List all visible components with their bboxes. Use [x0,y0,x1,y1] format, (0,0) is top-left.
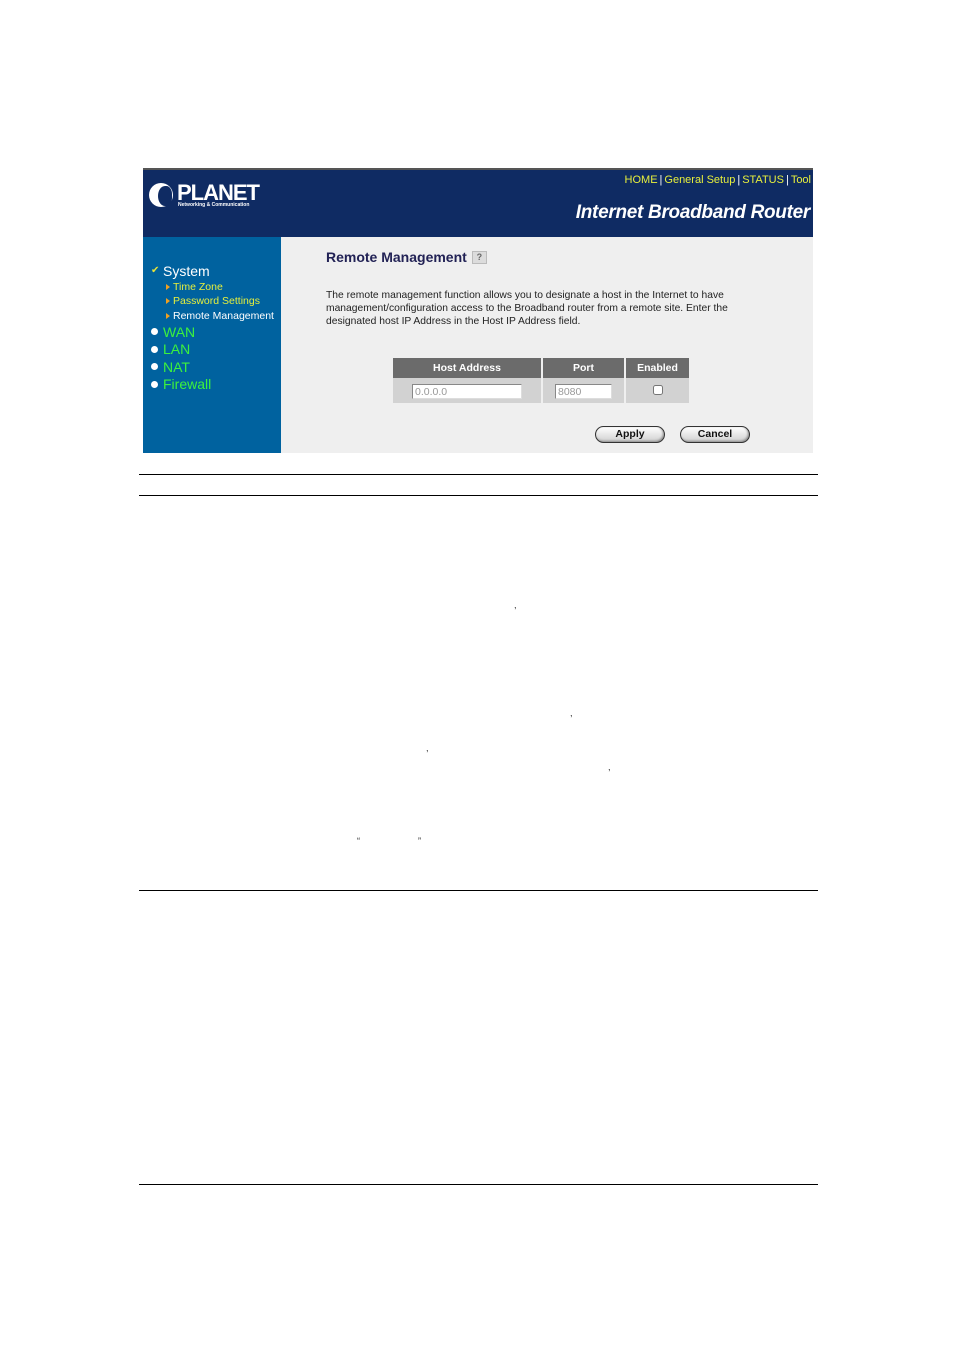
bullet-icon [151,345,158,353]
product-title: Internet Broadband Router [575,202,811,223]
nav-separator: | [737,174,741,186]
table-row [393,378,689,403]
sidebar-subitem-remote-management[interactable]: Remote Management [166,309,274,324]
bullet-icon [151,363,158,371]
page-title: Remote Management ? [326,249,487,265]
sidebar-subitem-time-zone[interactable]: Time Zone [166,280,274,295]
column-header-host-address: Host Address [393,358,541,378]
host-address-input[interactable] [412,384,522,399]
divider-line [139,495,818,496]
sidebar-item-wan[interactable]: WAN [151,323,274,341]
sidebar-item-label: WAN [163,323,196,340]
nav-status[interactable]: STATUS [742,174,784,186]
nav-home[interactable]: HOME [625,174,658,186]
stray-comma: , [426,743,429,753]
nav-tool[interactable]: Tool [791,174,811,186]
sidebar-item-label: System [163,262,210,279]
arrow-right-icon [166,298,170,305]
sidebar-item-label: NAT [163,358,190,375]
sidebar-subitem-label: Remote Management [173,309,274,322]
divider-line [139,890,818,891]
nav-separator: | [785,174,789,186]
sidebar-subitem-label: Password Settings [173,295,260,308]
planet-logo: PLANET Networking & Communication [149,180,260,212]
apply-button[interactable]: Apply [595,426,665,443]
column-header-port: Port [543,358,624,378]
column-header-enabled: Enabled [626,358,689,378]
bullet-icon [151,328,158,336]
bullet-icon [151,380,158,388]
sidebar-item-firewall[interactable]: Firewall [151,376,274,394]
main-content: Remote Management ? The remote managemen… [281,237,813,453]
stray-comma: , [608,762,611,772]
router-screenshot: PLANET Networking & Communication HOME | G… [143,168,813,453]
divider-line [139,1184,818,1185]
checkmark-icon: ✔ [151,265,160,277]
arrow-right-icon [166,312,170,319]
sidebar-item-lan[interactable]: LAN [151,341,274,359]
logo-emblem-icon [149,183,173,207]
sidebar-subitem-password-settings[interactable]: Password Settings [166,294,274,309]
stray-comma: , [570,708,573,718]
sidebar: ✔ System Time Zone Password Settings Rem… [143,237,281,453]
help-icon[interactable]: ? [471,250,487,264]
stray-close-quote: ” [418,836,421,846]
cancel-button[interactable]: Cancel [680,426,750,443]
port-input[interactable] [555,384,612,399]
divider-line [139,474,818,475]
arrow-right-icon [166,283,170,290]
sidebar-item-label: Firewall [163,376,212,393]
remote-management-table: Host Address Port Enabled [391,358,691,403]
sidebar-subitem-label: Time Zone [173,280,223,293]
enabled-checkbox[interactable] [652,384,663,395]
header-bar: PLANET Networking & Communication HOME | G… [143,170,813,237]
top-nav: HOME | General Setup | STATUS | Tool [625,174,811,186]
stray-open-quote: “ [357,836,360,846]
sidebar-menu: ✔ System Time Zone Password Settings Rem… [151,262,274,393]
sidebar-item-label: LAN [163,341,191,358]
page-title-text: Remote Management [326,249,467,265]
stray-comma: , [514,600,517,610]
nav-general-setup[interactable]: General Setup [664,174,735,186]
description-text: The remote management function allows yo… [326,290,728,327]
logo-tagline: Networking & Communication [178,202,250,208]
nav-separator: | [659,174,663,186]
sidebar-item-system[interactable]: ✔ System [151,262,274,280]
sidebar-item-nat[interactable]: NAT [151,358,274,376]
